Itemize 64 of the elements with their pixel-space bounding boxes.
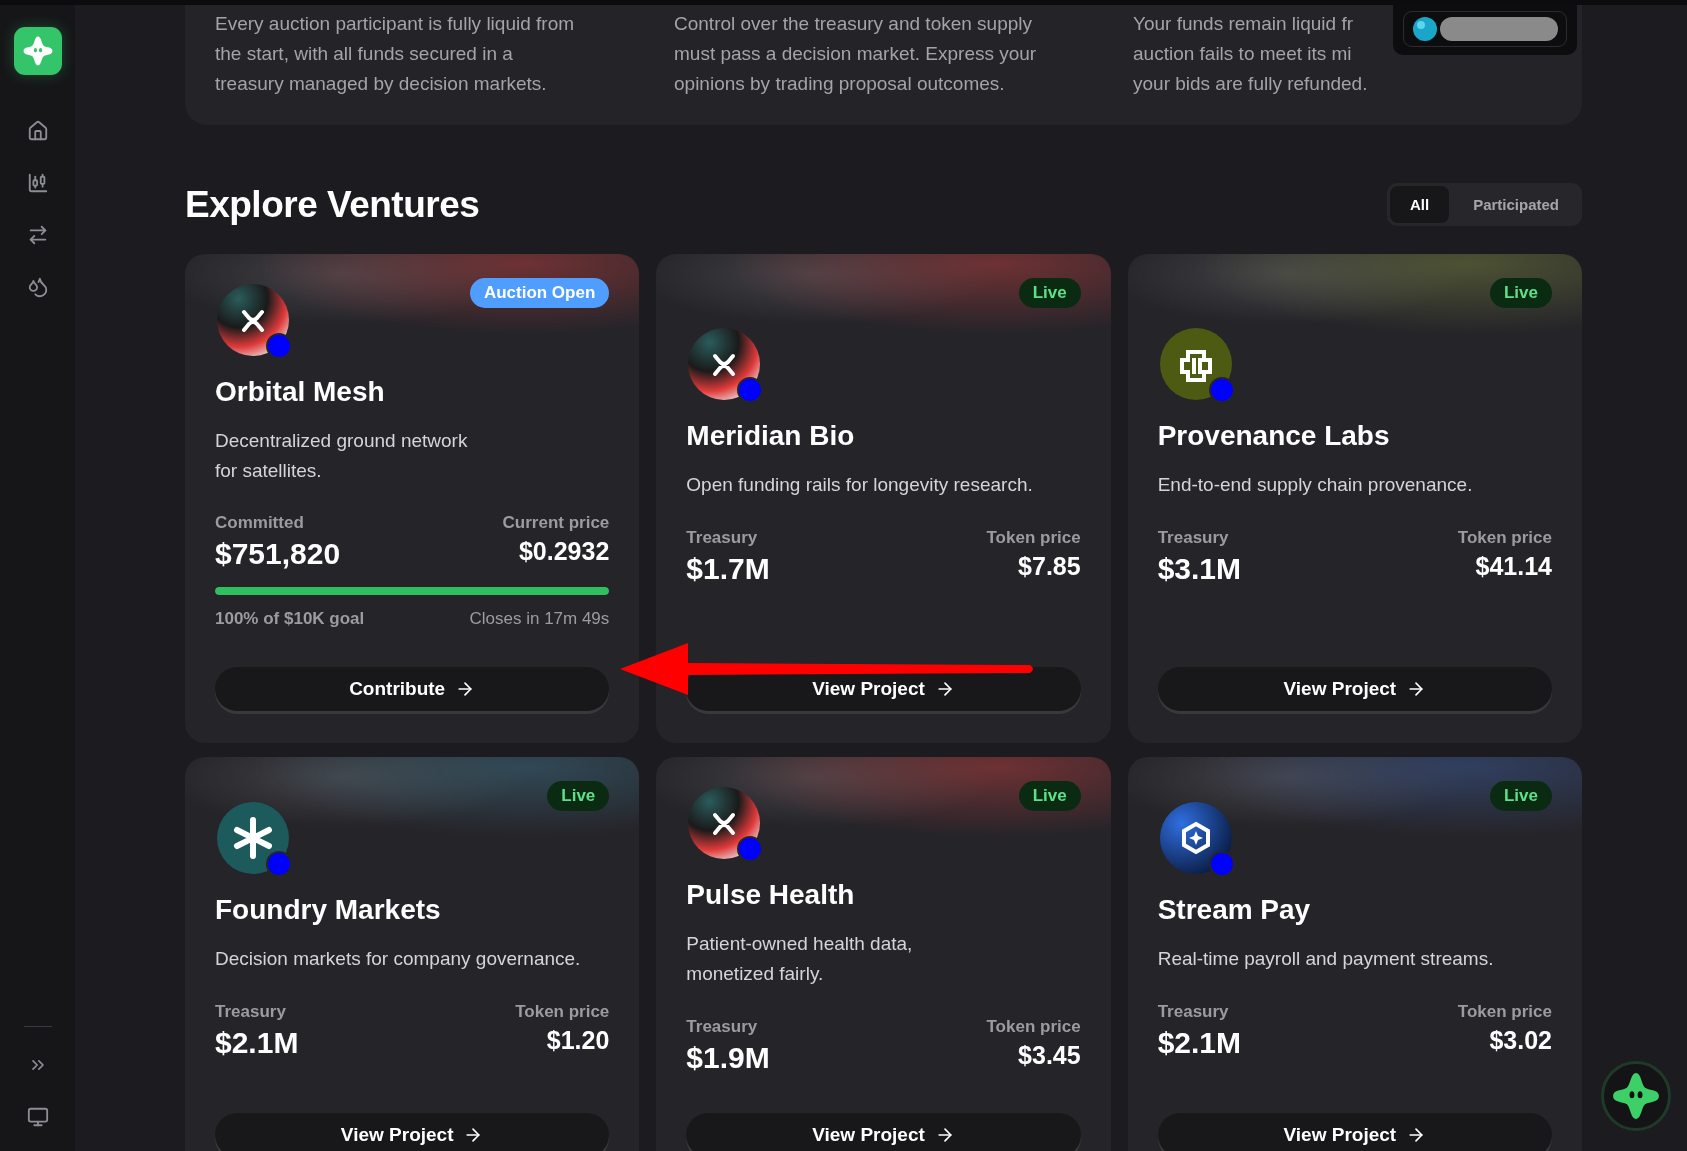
venture-button[interactable]: View Project	[686, 1113, 1081, 1151]
stat-value: $3.45	[1018, 1041, 1081, 1071]
intro-text: your bids are fully refunded.	[1133, 72, 1368, 96]
venture-button[interactable]: View Project	[215, 1113, 610, 1151]
status-badge: Live	[1018, 781, 1081, 811]
intro-text: treasury managed by decision markets.	[215, 72, 547, 96]
intro-text: must pass a decision market. Express your	[674, 42, 1037, 66]
status-badge: Live	[547, 781, 610, 811]
venture-name: Pulse Health	[686, 878, 856, 912]
venture-description: Decision markets for company governance.	[215, 947, 582, 971]
stat-label: Committed	[215, 513, 304, 533]
filter-tab[interactable]: Participated	[1453, 186, 1579, 223]
stat-label: Treasury	[686, 527, 758, 548]
section-title: Explore Ventures	[185, 183, 480, 226]
filter-tab[interactable]: All	[1389, 186, 1450, 223]
intro-text: Control over the treasury and token supply	[674, 12, 1033, 36]
stat-label: Token price	[986, 1017, 1081, 1037]
stat-value: $7.85	[1018, 551, 1081, 582]
stat-label: Token price	[1457, 1002, 1552, 1022]
stat-value: $2.1M	[1157, 1026, 1242, 1060]
stat-label: Token price	[1457, 527, 1552, 548]
intro-text: Every auction participant is fully liquid from	[215, 12, 575, 36]
intro-text: opinions by trading proposal outcomes.	[674, 72, 1005, 96]
venture-name: Orbital Mesh	[215, 375, 386, 409]
stat-value: $1.9M	[686, 1041, 770, 1075]
intro-text: the start, with all funds secured in a	[215, 42, 513, 66]
status-badge: Auction Open	[469, 278, 610, 308]
stat-value: $2.1M	[215, 1026, 299, 1060]
venture-name: Provenance Labs	[1157, 418, 1391, 453]
venture-description: Open funding rails for longevity research.	[686, 472, 1034, 497]
stat-label: Treasury	[686, 1017, 758, 1037]
venture-description: Patient-owned health data, monetized fairly.	[686, 932, 914, 986]
stat-label: Treasury	[1157, 527, 1229, 548]
app-logo[interactable]	[13, 27, 62, 75]
goal-text: 100% of $10K goal	[215, 609, 365, 629]
stat-value: $41.14	[1475, 551, 1552, 582]
venture-description: Decentralized ground network for satellites.	[215, 429, 469, 483]
stat-label: Token price	[515, 1002, 610, 1022]
venture-name: Meridian Bio	[686, 418, 856, 453]
account-pill[interactable]	[1393, 5, 1577, 55]
stat-label: Treasury	[215, 1002, 286, 1022]
venture-name: Stream Pay	[1157, 893, 1312, 927]
stat-value: $1.20	[546, 1026, 610, 1056]
closing-time: Closes in 17m 49s	[469, 609, 610, 629]
avatar-icon	[1412, 16, 1438, 42]
venture-description: End-to-end supply chain provenance.	[1157, 472, 1474, 497]
venture-button[interactable]: Contribute	[215, 667, 610, 711]
stat-label: Current price	[502, 513, 610, 533]
stat-value: $1.7M	[686, 551, 770, 586]
stat-label: Token price	[986, 527, 1081, 548]
stat-value: $751,820	[215, 537, 341, 571]
venture-button[interactable]: View Project	[1157, 1113, 1552, 1151]
status-badge: Live	[1018, 278, 1081, 308]
stat-value: $0.2932	[518, 537, 610, 567]
stat-value: $3.1M	[1157, 551, 1242, 586]
status-badge: Live	[1489, 278, 1552, 308]
stat-value: $3.02	[1489, 1026, 1552, 1056]
venture-button[interactable]: View Project	[1157, 667, 1552, 711]
venture-name: Foundry Markets	[215, 893, 442, 927]
intro-text: auction fails to meet its mi	[1133, 42, 1352, 66]
intro-text: Your funds remain liquid fr	[1133, 12, 1354, 36]
venture-description: Real-time payroll and payment streams.	[1157, 947, 1495, 971]
stat-label: Treasury	[1157, 1002, 1229, 1022]
status-badge: Live	[1489, 781, 1552, 811]
